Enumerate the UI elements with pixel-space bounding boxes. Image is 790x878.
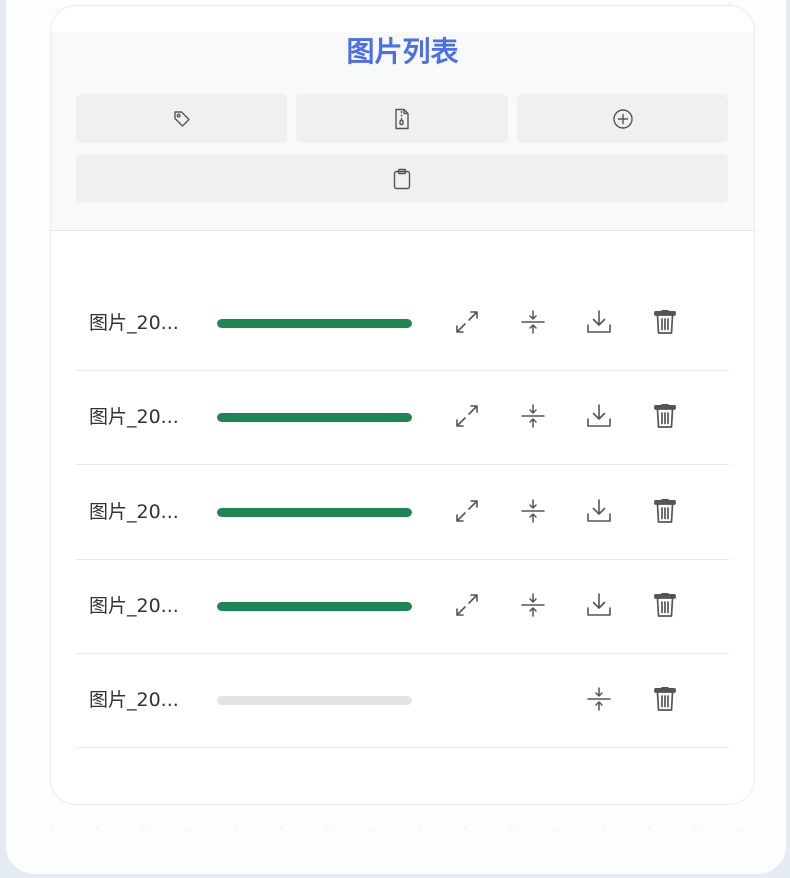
expand-icon — [453, 497, 481, 529]
image-name: 图片_20... — [89, 406, 179, 429]
paste-button[interactable] — [76, 154, 728, 203]
footer-divider — [50, 828, 753, 830]
tag-icon — [172, 109, 192, 129]
list-item: 图片_20... — [76, 654, 729, 749]
plus-circle-icon — [612, 108, 634, 130]
tag-button[interactable] — [76, 94, 287, 143]
list-item: 图片_20... — [76, 560, 729, 654]
delete-button[interactable] — [648, 401, 682, 435]
compress-icon — [520, 402, 546, 434]
image-name: 图片_20... — [89, 689, 179, 712]
image-list-card: 图片列表 图片_20... 图片_20... 图片_20... 图片_20...… — [50, 5, 755, 805]
clipboard-icon — [392, 168, 412, 190]
preview-button[interactable] — [450, 590, 484, 624]
trash-icon — [653, 685, 677, 717]
preview-button[interactable] — [450, 496, 484, 530]
image-name: 图片_20... — [89, 594, 179, 617]
progress-bar — [217, 601, 412, 611]
list-item: 图片_20... — [76, 371, 729, 466]
add-image-button[interactable] — [517, 94, 728, 143]
progress-fill — [217, 507, 412, 517]
app-panel: 图片列表 图片_20... 图片_20... 图片_20... 图片_20...… — [6, 0, 786, 874]
preview-button[interactable] — [450, 401, 484, 435]
download-icon — [585, 308, 613, 340]
zip-download-button[interactable] — [296, 94, 508, 143]
compress-button[interactable] — [582, 684, 616, 718]
compress-icon — [520, 497, 546, 529]
delete-button[interactable] — [648, 496, 682, 530]
trash-icon — [653, 402, 677, 434]
progress-fill — [217, 601, 412, 611]
image-name: 图片_20... — [89, 312, 179, 334]
image-name: 图片_20... — [89, 500, 179, 523]
delete-button[interactable] — [648, 590, 682, 624]
compress-button[interactable] — [516, 496, 550, 530]
list-item: 图片_20... — [76, 466, 729, 560]
download-icon — [585, 591, 613, 623]
page-title: 图片列表 — [346, 35, 459, 68]
zip-file-icon — [392, 108, 412, 130]
expand-icon — [453, 402, 481, 434]
trash-icon — [653, 591, 677, 623]
progress-bar — [217, 696, 412, 706]
progress-bar — [217, 507, 412, 517]
download-button[interactable] — [582, 590, 616, 624]
download-button[interactable] — [582, 496, 616, 530]
compress-button[interactable] — [516, 401, 550, 435]
download-icon — [585, 402, 613, 434]
download-button[interactable] — [582, 307, 616, 341]
download-icon — [585, 497, 613, 529]
compress-icon — [520, 308, 546, 340]
expand-icon — [453, 308, 481, 340]
compress-button[interactable] — [516, 590, 550, 624]
compress-icon — [586, 685, 612, 717]
compress-icon — [520, 591, 546, 623]
compress-button[interactable] — [516, 307, 550, 341]
expand-icon — [453, 591, 481, 623]
list-item: 图片_20... — [76, 277, 729, 371]
trash-icon — [653, 497, 677, 529]
progress-fill — [217, 413, 412, 423]
trash-icon — [653, 308, 677, 340]
progress-bar — [217, 319, 412, 328]
delete-button[interactable] — [648, 684, 682, 718]
delete-button[interactable] — [648, 307, 682, 341]
progress-bar — [217, 413, 412, 423]
progress-fill — [217, 319, 412, 328]
preview-button[interactable] — [450, 307, 484, 341]
download-button[interactable] — [582, 401, 616, 435]
